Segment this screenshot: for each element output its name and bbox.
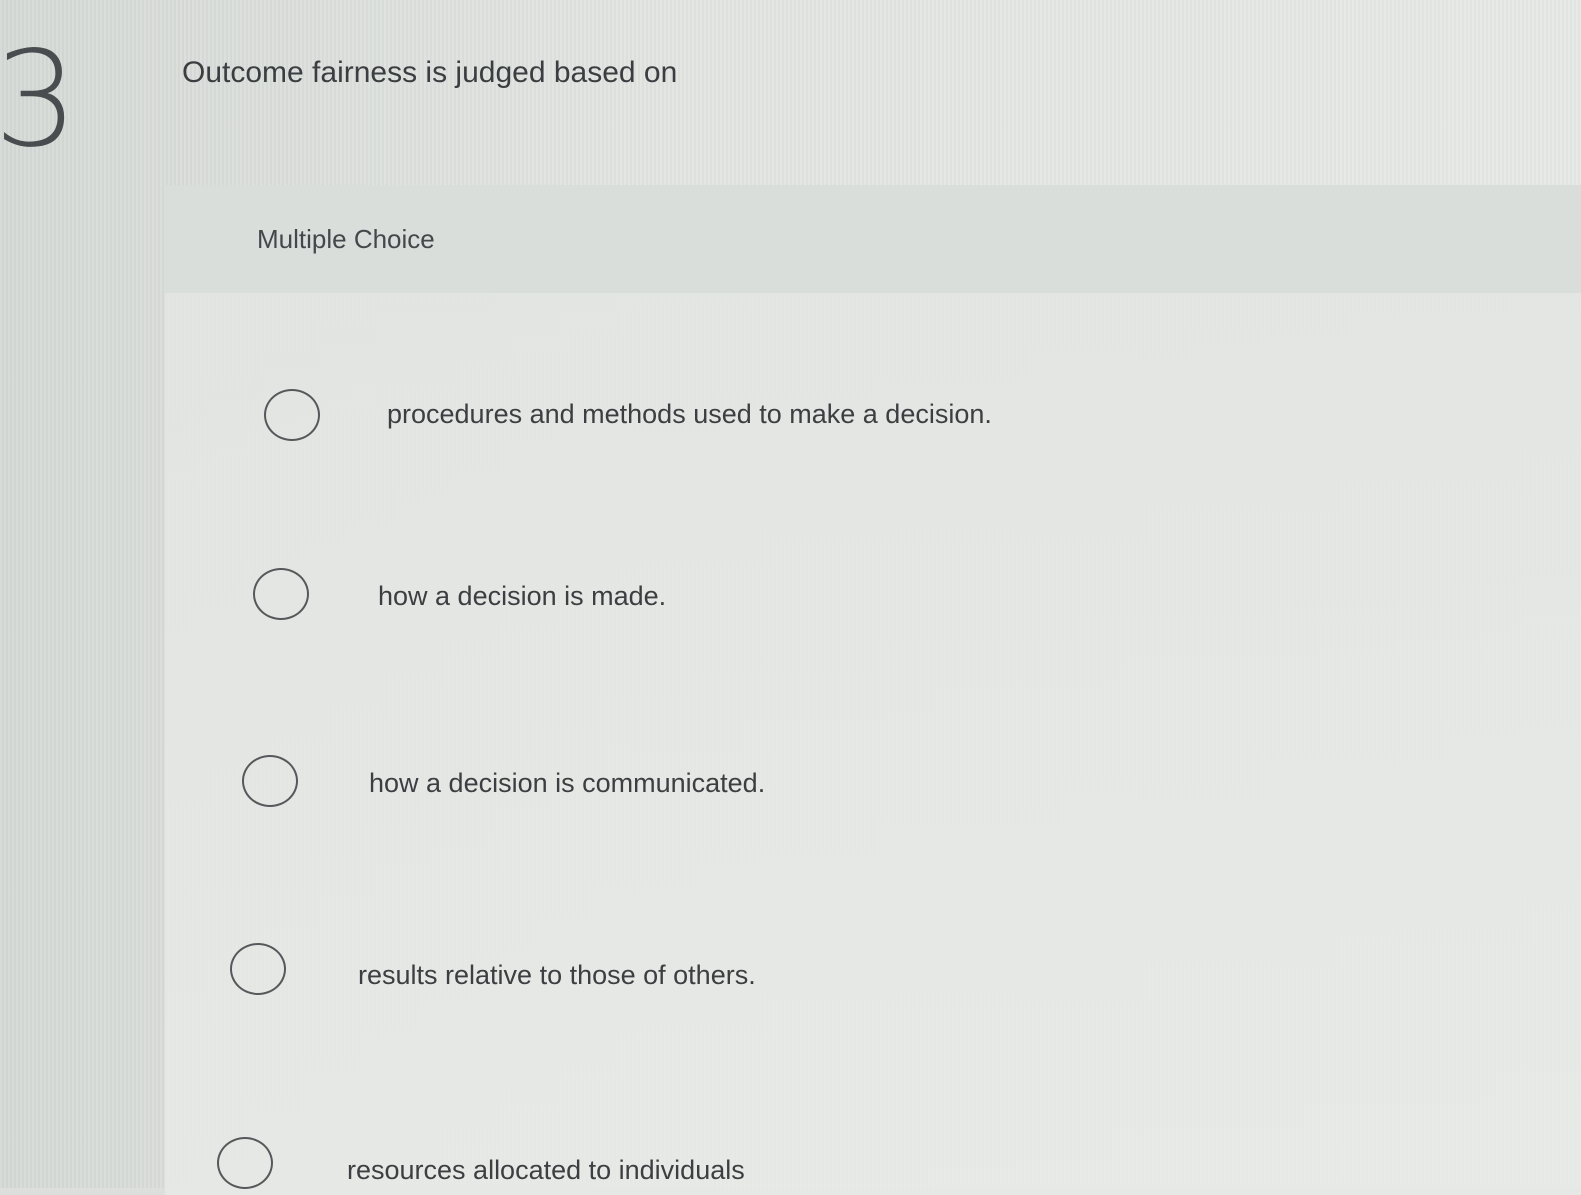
choice-4-radio[interactable] — [230, 943, 286, 995]
choice-1-radio[interactable] — [264, 389, 320, 441]
choices-panel — [165, 185, 1581, 1195]
question-prompt: Outcome fairness is judged based on — [182, 56, 678, 89]
choice-5-label[interactable]: resources allocated to individuals — [347, 1155, 745, 1186]
choice-3-label[interactable]: how a decision is communicated. — [369, 768, 765, 799]
choice-2-radio[interactable] — [253, 568, 309, 620]
choice-type-label: Multiple Choice — [257, 224, 435, 254]
question-number: 3 — [0, 23, 78, 177]
choice-3-radio[interactable] — [242, 755, 298, 807]
choice-1-label[interactable]: procedures and methods used to make a de… — [387, 399, 992, 430]
choice-2-label[interactable]: how a decision is made. — [378, 581, 666, 612]
choice-4-label[interactable]: results relative to those of others. — [358, 960, 756, 991]
choice-5-radio[interactable] — [217, 1137, 273, 1189]
